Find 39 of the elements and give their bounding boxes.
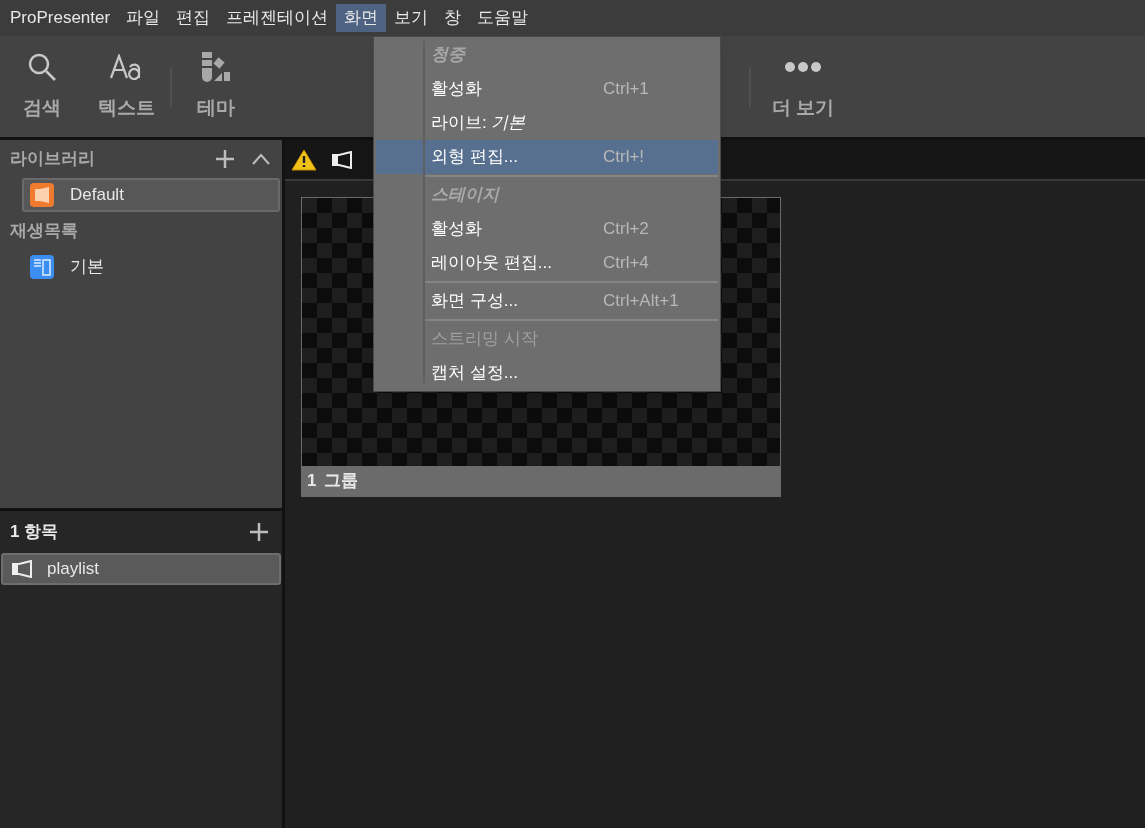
slide-label: 1 그룹 bbox=[306, 470, 360, 493]
toolbar-button[interactable]: 테마 bbox=[174, 41, 258, 132]
menu-item[interactable]: 활성화 Ctrl+2 bbox=[376, 212, 718, 246]
more-icon bbox=[784, 61, 822, 74]
speaker-icon bbox=[11, 560, 33, 578]
warning-icon bbox=[291, 148, 317, 171]
menu-item[interactable]: 활성화 Ctrl+1 bbox=[376, 72, 718, 106]
section-title: 라이브러리 bbox=[10, 148, 95, 171]
menu-section-header: 스테이지 bbox=[431, 184, 499, 207]
font-icon bbox=[109, 54, 143, 81]
menu-item[interactable]: 레이아웃 편집... Ctrl+4 bbox=[376, 246, 718, 280]
menu-bar-item[interactable]: 도움말 bbox=[469, 4, 537, 32]
toolbar-button[interactable]: 더 보기 bbox=[761, 41, 845, 132]
library-icon bbox=[30, 183, 54, 207]
add-icon[interactable] bbox=[250, 523, 268, 541]
section-title: 1 항목 bbox=[10, 521, 59, 544]
playlist-entry[interactable]: playlist bbox=[1, 553, 281, 585]
menu-bar-item[interactable]: 파일 bbox=[118, 4, 169, 32]
collapse-icon[interactable] bbox=[252, 153, 270, 165]
swatch-icon bbox=[200, 51, 232, 84]
menu-item[interactable]: 라이브: 기본 bbox=[376, 106, 718, 140]
add-icon[interactable] bbox=[216, 150, 234, 168]
toolbar-button[interactable]: 텍스트 bbox=[84, 41, 168, 132]
menu-bar-item[interactable]: 보기 bbox=[386, 4, 437, 32]
section-title: 재생목록 bbox=[9, 220, 79, 242]
menu-bar-item[interactable]: 프레젠테이션 bbox=[218, 4, 337, 32]
toolbar-button[interactable]: 검색 bbox=[0, 41, 84, 132]
menu-bar-item[interactable]: 창 bbox=[436, 4, 470, 32]
library-item[interactable]: Default bbox=[22, 178, 280, 212]
menu-bar-item[interactable]: 편집 bbox=[168, 4, 219, 32]
menu-bar-item[interactable]: 화면 bbox=[336, 4, 387, 32]
menu-bar-item[interactable]: ProPresenter bbox=[2, 4, 119, 32]
playlist-item[interactable]: 기본 bbox=[22, 249, 280, 284]
menu-item[interactable]: 외형 편집... Ctrl+! bbox=[376, 140, 718, 174]
menu-section-header: 청중 bbox=[431, 44, 465, 67]
menu-item[interactable]: 화면 구성... Ctrl+Alt+1 bbox=[376, 284, 718, 318]
menu-item[interactable]: 캡처 설정... bbox=[376, 356, 718, 390]
speaker-icon bbox=[331, 150, 353, 169]
playlist-icon bbox=[30, 254, 54, 279]
